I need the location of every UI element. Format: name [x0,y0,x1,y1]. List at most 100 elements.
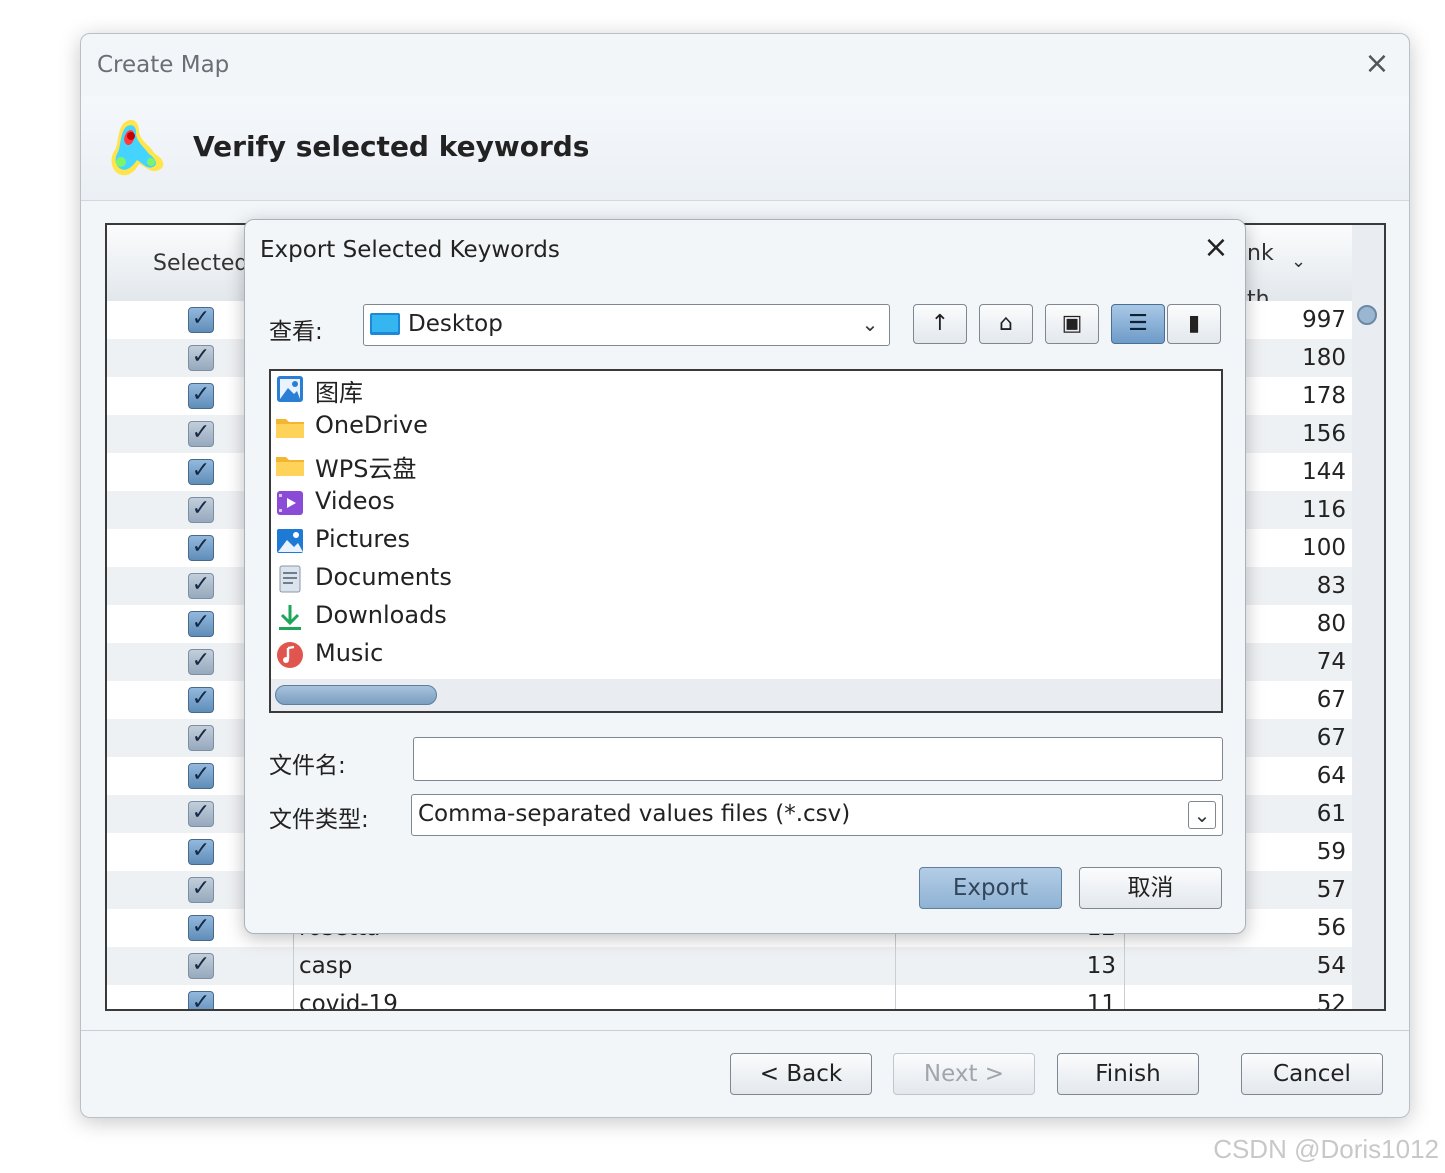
column-divider [1124,947,1125,985]
row-checkbox[interactable]: ✓ [188,497,214,523]
window-title: Create Map [97,52,230,78]
rank-cell: 144 [1302,459,1346,485]
home-button[interactable]: ⌂ [979,304,1033,344]
row-checkbox[interactable]: ✓ [188,725,214,751]
footer-divider [81,1030,1409,1031]
file-list-item[interactable]: Pictures [275,523,675,559]
row-checkbox[interactable]: ✓ [188,611,214,637]
look-in-select[interactable]: Desktop ⌄ [363,304,890,346]
home-icon: ⌂ [999,311,1013,336]
page-title: Verify selected keywords [193,130,590,163]
rank-cell: 74 [1316,649,1346,675]
arrow-up-icon: ↑ [930,311,950,336]
file-name: Music [315,639,384,667]
export-button[interactable]: Export [919,867,1062,909]
next-button[interactable]: Next > [893,1053,1035,1095]
new-folder-icon: ▣ [1061,311,1083,336]
rank-cell: 54 [1316,953,1346,979]
chevron-down-icon[interactable]: ⌄ [857,311,883,337]
file-name: Videos [315,487,395,515]
horizontal-scrollbar[interactable] [271,679,1221,711]
file-name: Downloads [315,601,447,629]
rank-cell: 57 [1316,877,1346,903]
file-list-item[interactable]: 图库 [275,371,675,407]
rank-cell: 156 [1302,421,1346,447]
row-checkbox[interactable]: ✓ [188,991,214,1009]
back-button[interactable]: < Back [730,1053,872,1095]
rank-cell: 61 [1316,801,1346,827]
filetype-label: 文件类型: [269,807,369,833]
rank-cell: 180 [1302,345,1346,371]
file-name: Documents [315,563,452,591]
videos-icon [275,488,305,518]
occurrences-cell: 13 [1086,953,1116,979]
list-view-button[interactable]: ☰ [1111,304,1165,344]
file-list-item[interactable]: Documents [275,561,675,597]
row-checkbox[interactable]: ✓ [188,307,214,333]
scrollbar-thumb[interactable] [275,685,437,705]
table-row[interactable]: ✓ covid-19 11 52 [107,985,1352,1009]
row-checkbox[interactable]: ✓ [188,383,214,409]
row-checkbox[interactable]: ✓ [188,915,214,941]
file-list-item[interactable]: Music [275,637,675,673]
music-icon [275,640,305,670]
rank-cell: 67 [1316,687,1346,713]
file-list-item[interactable]: Videos [275,485,675,521]
new-folder-button[interactable]: ▣ [1045,304,1099,344]
downloads-icon [275,602,305,632]
wizard-header: Verify selected keywords [81,96,1409,201]
rank-cell: 67 [1316,725,1346,751]
row-checkbox[interactable]: ✓ [188,953,214,979]
list-icon: ☰ [1128,311,1148,336]
row-checkbox[interactable]: ✓ [188,459,214,485]
column-divider [1124,985,1125,1009]
filename-input[interactable] [413,737,1223,781]
up-folder-button[interactable]: ↑ [913,304,967,344]
finish-button[interactable]: Finish [1057,1053,1199,1095]
row-checkbox[interactable]: ✓ [188,763,214,789]
row-checkbox[interactable]: ✓ [188,345,214,371]
rank-cell: 56 [1316,915,1346,941]
export-dialog: Export Selected Keywords × 查看: Desktop ⌄… [244,219,1246,934]
scrollbar-thumb[interactable] [1357,305,1377,325]
file-name: OneDrive [315,411,428,439]
folder-icon [275,412,305,442]
row-checkbox[interactable]: ✓ [188,421,214,447]
dialog-cancel-button[interactable]: 取消 [1079,867,1222,909]
rank-cell: 100 [1302,535,1346,561]
row-checkbox[interactable]: ✓ [188,573,214,599]
row-checkbox[interactable]: ✓ [188,687,214,713]
close-icon[interactable]: × [1359,46,1395,82]
look-in-label: 查看: [269,319,323,345]
row-checkbox[interactable]: ✓ [188,877,214,903]
file-list[interactable]: 图库 OneDrive WPS云盘 Videos Pictures Documents Do… [269,369,1223,713]
details-view-button[interactable]: ▮ [1167,304,1221,344]
file-name: 图库 [315,379,363,407]
chevron-down-icon[interactable]: ⌄ [1188,801,1216,829]
file-icon: ▮ [1187,311,1201,336]
filetype-select[interactable]: Comma-separated values files (*.csv) ⌄ [411,794,1223,836]
keyword-cell: casp [299,953,353,979]
row-checkbox[interactable]: ✓ [188,535,214,561]
row-checkbox[interactable]: ✓ [188,801,214,827]
rank-cell: 997 [1302,307,1346,333]
column-divider [895,985,896,1009]
row-checkbox[interactable]: ✓ [188,649,214,675]
rank-cell: 64 [1316,763,1346,789]
desktop-icon [370,313,400,335]
filename-label: 文件名: [269,753,346,779]
file-list-item[interactable]: OneDrive [275,409,675,445]
table-row[interactable]: ✓ casp 13 54 [107,947,1352,986]
file-list-item[interactable]: WPS云盘 [275,447,675,483]
rank-cell: 178 [1302,383,1346,409]
column-header-selected[interactable]: Selected [153,251,248,276]
close-icon[interactable]: × [1199,230,1233,266]
cancel-button[interactable]: Cancel [1241,1053,1383,1095]
vertical-scrollbar[interactable] [1352,225,1384,1009]
rank-cell: 59 [1316,839,1346,865]
row-checkbox[interactable]: ✓ [188,839,214,865]
rank-cell: 116 [1302,497,1346,523]
file-list-item[interactable]: Downloads [275,599,675,635]
filetype-value: Comma-separated values files (*.csv) [418,801,851,827]
chevron-down-icon[interactable]: ⌄ [1291,251,1306,272]
